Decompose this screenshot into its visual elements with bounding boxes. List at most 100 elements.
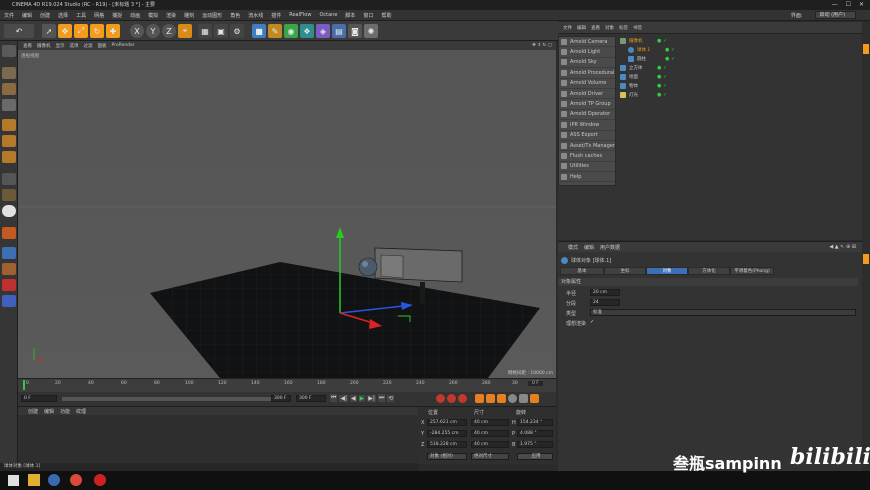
menu-item-arnold-tp-group[interactable]: Arnold TP Group [559,99,615,110]
menu-item-plugins[interactable]: 插件 [271,12,281,19]
tweak-icon[interactable] [2,189,16,201]
end-frame-field[interactable]: 300 F [271,395,291,402]
sketch-icon[interactable] [2,295,16,307]
menu-item-arnold-procedural[interactable]: Arnold Procedural [559,68,615,79]
am-menu-userdata[interactable]: 用户数据 [600,244,620,251]
recorder-icon[interactable] [94,474,106,486]
start-frame-field[interactable]: 0 F [21,395,57,402]
menu-item-ipr-window[interactable]: IPR Window [559,120,615,131]
cube-primitive-icon[interactable]: ■ [252,24,266,38]
render-perfect-checkbox[interactable]: ✓ [590,319,594,325]
recent-tool-icon[interactable]: ✚ [106,24,120,38]
am-nav-icons[interactable]: ◀ ▲ ↖ ⊕ ⊞ [829,244,856,250]
object-row[interactable]: 物体 ● ✓ [620,81,860,90]
solo-icon[interactable] [2,227,16,239]
menu-item-select[interactable]: 选择 [58,12,68,19]
model-mode-icon[interactable] [2,67,16,79]
close-icon[interactable]: ✕ [859,1,864,8]
file-explorer-icon[interactable] [28,474,40,486]
vp-menu-filter[interactable]: 过滤 [84,43,93,49]
tab-cube[interactable]: 方体化 [688,267,730,275]
size-y-field[interactable]: 40 cm [471,430,509,437]
mat-menu-function[interactable]: 功能 [60,408,70,415]
scale-key-icon[interactable] [486,394,495,403]
autokey-icon[interactable] [447,394,456,403]
minimize-icon[interactable]: — [832,1,838,8]
rot-p-field[interactable]: 4.088 ° [517,430,553,437]
visibility-dots[interactable]: ● ✓ [657,65,667,71]
layout-dropdown[interactable]: 启动 (用户) [814,11,856,19]
loop-icon[interactable]: ⟲ [387,394,395,402]
mat-menu-edit[interactable]: 编辑 [44,408,54,415]
polygons-mode-icon[interactable] [2,151,16,163]
radius-field[interactable]: 20 cm [590,289,620,296]
menu-item-realflow[interactable]: RealFlow [289,12,311,18]
rotate-tool-icon[interactable]: ↻ [90,24,104,38]
position-key-icon[interactable] [475,394,484,403]
select-tool-icon[interactable]: ➚ [42,24,56,38]
object-row[interactable]: 圆柱 ● ✓ [628,54,868,63]
range-slider[interactable] [62,397,288,401]
go-to-start-icon[interactable]: ⏮ [330,394,338,402]
menu-item-pipeline[interactable]: 流水线 [248,12,263,19]
pos-z-field[interactable]: 518.228 cm [427,441,467,448]
points-mode-icon[interactable] [2,119,16,131]
menu-item-arnold-camera[interactable]: Arnold Camera [559,37,615,48]
workplane-icon[interactable] [2,99,16,111]
menu-item-octane[interactable]: Octane [319,12,337,18]
visibility-dots[interactable]: ● ✓ [657,92,667,98]
menu-item-simulate[interactable]: 模拟 [148,12,158,19]
coord-mode-dropdown[interactable]: 对象 (相对) [427,453,467,460]
menu-item-utilities[interactable]: Utilities [559,162,615,173]
menu-item-create[interactable]: 创建 [40,12,50,19]
undo-icon[interactable]: ↶ [4,24,34,38]
move-tool-icon[interactable]: ✥ [58,24,72,38]
am-menu-edit[interactable]: 编辑 [584,244,594,251]
object-row[interactable]: 灯光 ● ✓ [620,90,860,99]
pla-key-icon[interactable] [519,394,528,403]
om-menu-file[interactable]: 文件 [563,25,572,31]
max-frame-field[interactable]: 300 F [296,395,326,402]
menu-item-asset-tx-manager[interactable]: Asset/Tx Manager [559,141,615,152]
visibility-dots[interactable]: ● ✓ [665,56,675,62]
apply-button[interactable]: 应用 [517,453,553,460]
array-icon[interactable]: ❖ [300,24,314,38]
vp-menu-cameras[interactable]: 摄像机 [37,43,51,49]
om-menu-bookmarks[interactable]: 书签 [633,25,642,31]
cinema4d-icon[interactable] [48,474,60,486]
mat-menu-create[interactable]: 创建 [28,408,38,415]
visibility-dots[interactable]: ● ✓ [657,74,667,80]
vp-menu-panel[interactable]: 面板 [98,43,107,49]
object-row[interactable]: 立方体 ● ✓ [620,63,860,72]
vp-menu-prorender[interactable]: ProRender [112,43,135,48]
floor-icon[interactable]: ▤ [332,24,346,38]
keyframe-selection-icon[interactable] [458,394,467,403]
vp-menu-view[interactable]: 查看 [23,43,32,49]
playhead[interactable] [23,380,25,390]
rotation-key-icon[interactable] [497,394,506,403]
windows-start-icon[interactable] [8,475,19,486]
type-dropdown[interactable]: 标准 [590,309,856,316]
rot-h-field[interactable]: 154.234 ° [517,419,553,426]
menu-item-mesh[interactable]: 网格 [94,12,104,19]
om-menu-objects[interactable]: 对象 [605,25,614,31]
timeline-window-icon[interactable] [530,394,539,403]
objects-tab[interactable] [863,44,869,54]
record-icon[interactable] [436,394,445,403]
om-menu-view[interactable]: 查看 [591,25,600,31]
visibility-dots[interactable]: ● ✓ [657,83,667,89]
coordinate-system-icon[interactable]: ⌖ [178,24,192,38]
tab-coord[interactable]: 坐标 [604,267,646,275]
timeline-ruler[interactable]: 0 20 40 60 80 100 120 140 160 180 200 22… [18,378,556,392]
menu-item-sculpt[interactable]: 雕刻 [184,12,194,19]
size-z-field[interactable]: 40 cm [471,441,509,448]
menu-item-edit[interactable]: 编辑 [22,12,32,19]
tab-object[interactable]: 对象 [646,267,688,275]
om-menu-edit[interactable]: 编辑 [577,25,586,31]
z-axis-lock-icon[interactable]: Z [162,24,176,38]
x-axis-lock-icon[interactable]: X [130,24,144,38]
subdivision-icon[interactable]: ◉ [284,24,298,38]
next-frame-icon[interactable]: ▶| [367,394,376,402]
visibility-dots[interactable]: ● ✓ [657,38,667,44]
chrome-icon[interactable] [70,474,82,486]
